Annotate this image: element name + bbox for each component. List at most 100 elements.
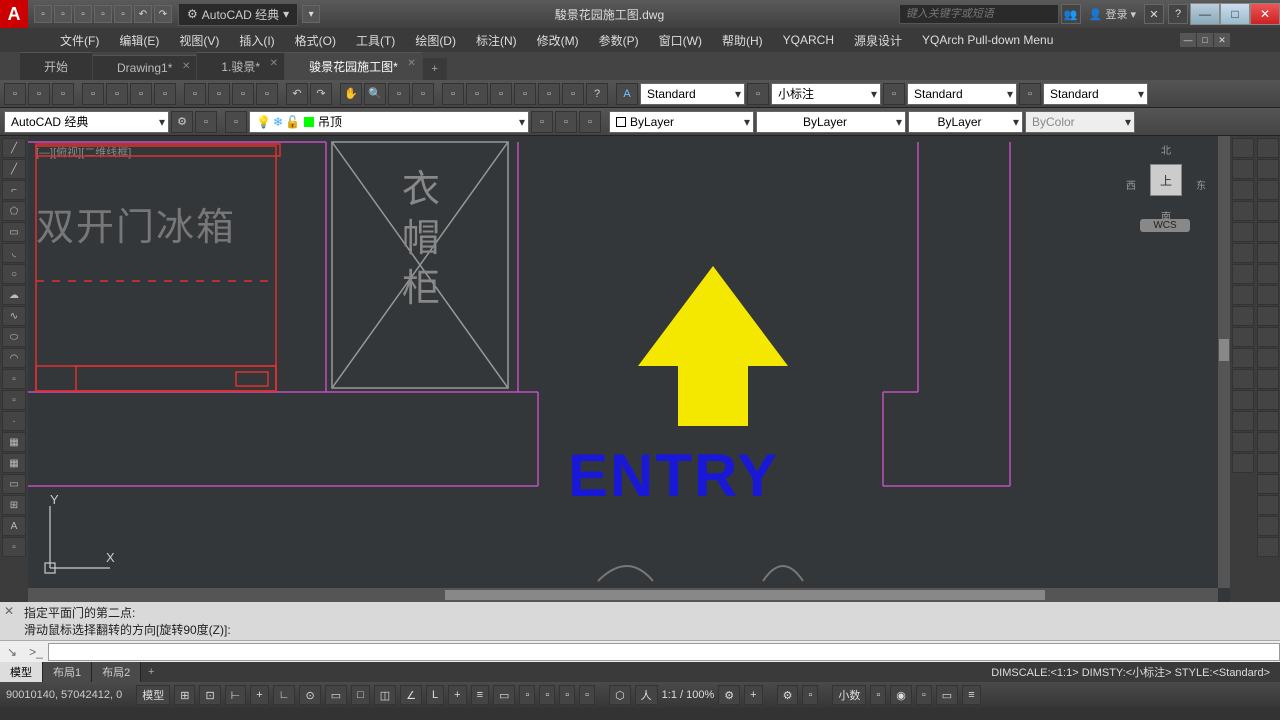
menu-file[interactable]: 文件(F) <box>50 29 109 52</box>
vis-icon[interactable]: + <box>744 685 762 705</box>
paste-icon[interactable]: ▫ <box>232 83 254 105</box>
qat-undo-icon[interactable]: ↶ <box>134 5 152 23</box>
help2-icon[interactable]: ? <box>586 83 608 105</box>
menu-yqarch[interactable]: YQARCH <box>773 30 844 50</box>
custom-icon[interactable]: ≡ <box>962 685 980 705</box>
point-icon[interactable]: · <box>2 411 26 431</box>
tab-start[interactable]: 开始 <box>20 52 92 80</box>
yq18-icon[interactable] <box>1257 495 1279 515</box>
rect-icon[interactable]: ▭ <box>2 222 26 242</box>
close-button[interactable]: ✕ <box>1250 3 1280 25</box>
polar-icon[interactable]: ⊙ <box>299 685 320 705</box>
qat-plot-icon[interactable]: ▫ <box>114 5 132 23</box>
annotation-scale[interactable]: 1:1 / 100% <box>662 689 715 701</box>
mirror-icon[interactable] <box>1232 180 1254 200</box>
workspace-dropdown[interactable]: AutoCAD 经典 <box>4 111 169 133</box>
maximize-button[interactable]: □ <box>1220 3 1250 25</box>
menu-param[interactable]: 参数(P) <box>589 29 649 52</box>
yq10-icon[interactable] <box>1257 327 1279 347</box>
ellipsearc-icon[interactable]: ◠ <box>2 348 26 368</box>
break-icon[interactable] <box>1232 369 1254 389</box>
anno-icon[interactable]: ⬡ <box>609 685 631 705</box>
pan-icon[interactable]: ✋ <box>340 83 362 105</box>
trim-icon[interactable] <box>1232 327 1254 347</box>
3ddwf-icon[interactable]: ▫ <box>154 83 176 105</box>
textstyle-icon[interactable]: A <box>616 83 638 105</box>
viewcube[interactable]: 北 西 东 南 上 WCS <box>1126 142 1206 232</box>
menu-window[interactable]: 窗口(W) <box>649 29 712 52</box>
hw-icon[interactable]: ◉ <box>890 685 912 705</box>
spline-icon[interactable]: ∿ <box>2 306 26 326</box>
mdi-close-icon[interactable]: ✕ <box>1214 33 1230 47</box>
calc-icon[interactable]: ▫ <box>514 83 536 105</box>
menu-yqpull[interactable]: YQArch Pull-down Menu <box>912 30 1063 50</box>
otrack-icon[interactable]: ∠ <box>400 685 422 705</box>
layout-tab-model[interactable]: 模型 <box>0 662 43 682</box>
sheet-icon[interactable]: ▫ <box>466 83 488 105</box>
menu-modify[interactable]: 修改(M) <box>527 29 589 52</box>
cut-icon[interactable]: ▫ <box>184 83 206 105</box>
polygon-icon[interactable]: ⬠ <box>2 201 26 221</box>
offset-icon[interactable] <box>1232 201 1254 221</box>
help-icon[interactable]: ? <box>1168 4 1188 24</box>
scrollbar-thumb[interactable] <box>1219 339 1229 361</box>
layeriso-icon[interactable]: ▫ <box>555 111 577 133</box>
move-icon[interactable] <box>1232 243 1254 263</box>
lineweight-dropdown[interactable]: ByLayer <box>756 111 906 133</box>
viewcube-wcs[interactable]: WCS <box>1140 219 1190 232</box>
table-icon[interactable]: ⊞ <box>2 495 26 515</box>
add-tab-button[interactable]: + <box>423 58 447 80</box>
zoomwin-icon[interactable]: ▫ <box>388 83 410 105</box>
qat-new-icon[interactable]: ▫ <box>34 5 52 23</box>
horizontal-scrollbar[interactable] <box>28 588 1218 602</box>
yq7-icon[interactable] <box>1257 264 1279 284</box>
vertical-scrollbar[interactable] <box>1218 136 1230 588</box>
dyn-icon[interactable]: + <box>250 685 268 705</box>
qat-open-icon[interactable]: ▫ <box>54 5 72 23</box>
plotstyle-dropdown[interactable]: ByColor <box>1025 111 1135 133</box>
past-icon[interactable]: ▫ <box>579 685 595 705</box>
qp2-icon[interactable]: ▫ <box>870 685 886 705</box>
yq11-icon[interactable] <box>1257 348 1279 368</box>
command-input[interactable] <box>48 643 1280 661</box>
yq4-icon[interactable] <box>1257 201 1279 221</box>
table-style-dropdown[interactable]: Standard <box>907 83 1017 105</box>
close-icon[interactable]: ✕ <box>270 58 278 69</box>
chamfer-icon[interactable] <box>1232 411 1254 431</box>
app-icon[interactable]: A <box>0 0 28 28</box>
menu-edit[interactable]: 编辑(E) <box>109 29 169 52</box>
yq1-icon[interactable] <box>1257 138 1279 158</box>
arc-icon[interactable]: ◟ <box>2 243 26 263</box>
layout-add-button[interactable]: + <box>141 666 161 678</box>
stretch-icon[interactable] <box>1232 306 1254 326</box>
tab-drawing1[interactable]: Drawing1*✕ <box>93 55 196 80</box>
menu-view[interactable]: 视图(V) <box>169 29 229 52</box>
layerstate-icon[interactable]: ▫ <box>531 111 553 133</box>
layermgr-icon[interactable]: ▫ <box>225 111 247 133</box>
gear2-icon[interactable]: ⚙ <box>718 685 740 705</box>
minimize-button[interactable]: — <box>1190 3 1220 25</box>
ws-save-icon[interactable]: ▫ <box>195 111 217 133</box>
ducs-icon[interactable]: L <box>426 685 444 705</box>
mdi-min-icon[interactable]: — <box>1180 33 1196 47</box>
hatch-icon[interactable]: ▦ <box>2 432 26 452</box>
clean-icon[interactable]: ▭ <box>936 685 958 705</box>
yq14-icon[interactable] <box>1257 411 1279 431</box>
menu-dim[interactable]: 标注(N) <box>466 29 527 52</box>
join-icon[interactable] <box>1232 390 1254 410</box>
yq6-icon[interactable] <box>1257 243 1279 263</box>
linetype-dropdown[interactable]: ByLayer <box>908 111 1023 133</box>
tab-garden[interactable]: 骏景花园施工图*✕ <box>285 52 422 80</box>
annoscale-icon[interactable]: 人 <box>635 685 658 705</box>
lwt-icon[interactable]: ≡ <box>471 685 489 705</box>
layerprev-icon[interactable]: ▫ <box>579 111 601 133</box>
qat-saveas-icon[interactable]: ▫ <box>94 5 112 23</box>
mdi-max-icon[interactable]: □ <box>1197 33 1213 47</box>
save-icon[interactable]: ▫ <box>52 83 74 105</box>
yq17-icon[interactable] <box>1257 474 1279 494</box>
yq19-icon[interactable] <box>1257 516 1279 536</box>
qat-redo-icon[interactable]: ↷ <box>154 5 172 23</box>
dimstyle-icon[interactable]: ▫ <box>747 83 769 105</box>
plot-icon[interactable]: ▫ <box>82 83 104 105</box>
undo-icon[interactable]: ↶ <box>286 83 308 105</box>
